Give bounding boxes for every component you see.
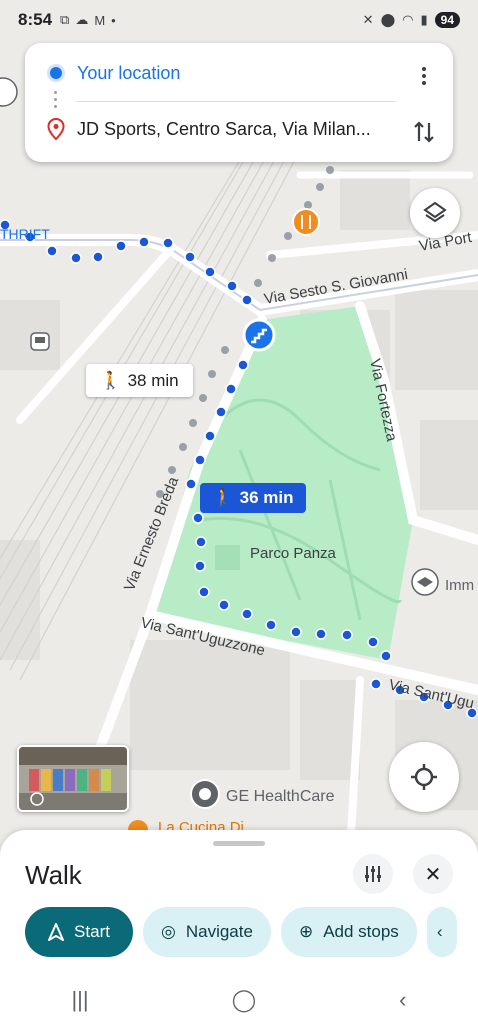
location-icon: ⬤ [380, 12, 396, 27]
destination-row[interactable]: JD Sports, Centro Sarca, Via Milan... [25, 104, 453, 154]
label-ge-healthcare: GE HealthCare [226, 788, 335, 805]
main-route-time: 36 min [239, 488, 294, 507]
action-chips: Start ◎ Navigate ⊕ Add stops ‹ [25, 907, 457, 957]
directions-card: Your location JD Sports, Centro Sarca, V… [25, 43, 453, 162]
label-thrift: THRIFT [0, 226, 50, 242]
status-time: 8:54 [18, 10, 53, 29]
label-parco-panza: Parco Panza [250, 545, 337, 562]
layers-button[interactable] [410, 188, 460, 238]
close-icon: ✕ [424, 863, 442, 886]
walking-icon: 🚶 [100, 370, 122, 390]
home-button[interactable]: ◯ [232, 987, 257, 1013]
dot-icon: • [111, 12, 116, 28]
navigate-label: Navigate [185, 922, 253, 941]
tune-icon [365, 866, 381, 882]
origin-dot-icon [50, 67, 62, 79]
layers-icon [423, 201, 447, 223]
walking-icon: 🚶 [212, 488, 234, 507]
navigation-arrow-icon [48, 923, 65, 941]
gmail-icon: M [94, 12, 106, 28]
signal-icon: ▮ [420, 12, 428, 27]
share-button[interactable]: ‹ [426, 907, 457, 957]
close-button[interactable]: ✕ [413, 854, 453, 894]
navigate-button[interactable]: ◎ Navigate [143, 907, 271, 957]
back-button[interactable]: ‹ [399, 987, 406, 1013]
divider [77, 101, 395, 102]
start-label: Start [74, 922, 110, 941]
battery-indicator: 94 [434, 12, 460, 28]
origin-field[interactable]: Your location [77, 63, 180, 84]
add-location-icon: ⊕ [298, 922, 314, 941]
street-view-thumbnail[interactable] [17, 745, 129, 812]
wifi-icon: ◠ [402, 12, 414, 27]
cloud-icon: ☁ [75, 12, 89, 27]
crosshair-icon [411, 764, 437, 790]
screenshot-icon: ⧉ [60, 12, 70, 27]
destination-pin-icon [47, 118, 65, 140]
alt-route-time-tag[interactable]: 🚶 38 min [86, 364, 193, 397]
system-nav-bar: ||| ◯ ‹ [0, 976, 478, 1024]
alt-route-time: 38 min [127, 370, 179, 390]
destination-field[interactable]: JD Sports, Centro Sarca, Via Milan... [77, 119, 397, 140]
street-view-image [19, 747, 127, 810]
bottom-sheet: Walk ✕ Start ◎ Navigate ⊕ Add stops ‹ ||… [0, 830, 478, 1024]
add-stops-button[interactable]: ⊕ Add stops [280, 907, 417, 957]
start-button[interactable]: Start [25, 907, 133, 957]
restaurant-marker-icon[interactable] [292, 208, 320, 236]
label-imm: Imm [445, 577, 474, 594]
recent-apps-button[interactable]: ||| [71, 987, 88, 1013]
main-route-time-tag[interactable]: 🚶 36 min [200, 483, 306, 513]
route-options-button[interactable] [353, 854, 393, 894]
add-stops-label: Add stops [323, 922, 399, 941]
origin-row[interactable]: Your location [25, 48, 453, 98]
status-bar: 8:54 ⧉ ☁ M • ✕ ⬤ ◠ ▮ 94 [0, 0, 478, 40]
share-icon: ‹ [436, 922, 443, 941]
my-location-button[interactable] [389, 742, 459, 812]
sheet-drag-handle[interactable] [213, 841, 265, 846]
mode-title: Walk [25, 860, 82, 890]
mute-icon: ✕ [362, 12, 374, 27]
swap-directions-button[interactable] [409, 117, 439, 147]
live-view-icon: ◎ [161, 922, 176, 941]
more-options-button[interactable] [409, 61, 439, 91]
